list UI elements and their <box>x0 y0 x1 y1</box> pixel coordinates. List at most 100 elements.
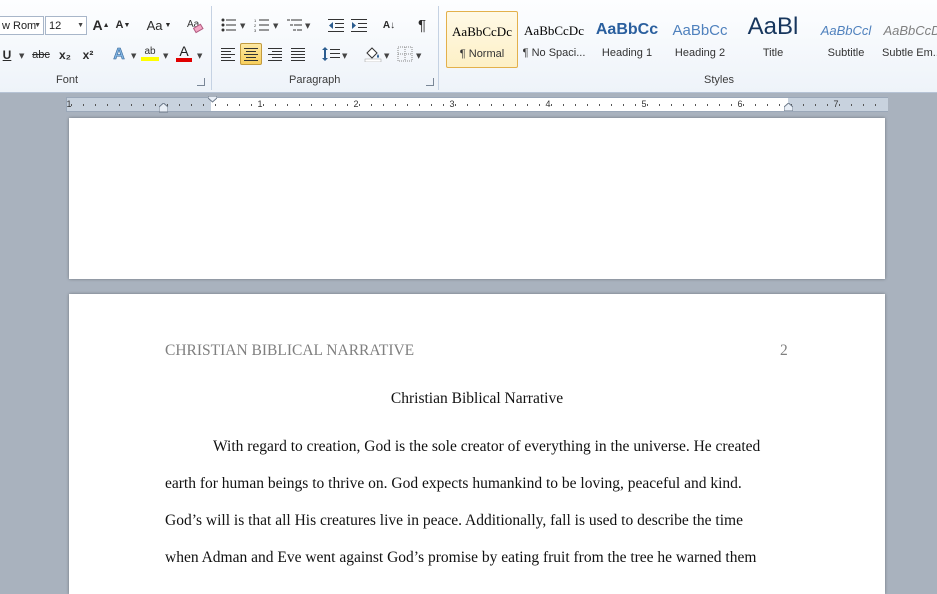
ruler-tick <box>575 104 576 106</box>
chevron-down-icon[interactable]: ▼ <box>19 52 24 60</box>
ruler-tick <box>443 104 444 106</box>
style-subtitle[interactable]: AaBbCcl Subtitle <box>811 11 881 68</box>
chevron-down-icon[interactable]: ▼ <box>342 52 347 60</box>
superscript-button[interactable]: x² <box>77 44 99 66</box>
ruler-tick <box>815 104 816 106</box>
clear-formatting-button[interactable]: Aa <box>184 14 206 36</box>
ruler-tick <box>407 104 408 106</box>
ruler-tick <box>515 104 516 106</box>
chevron-down-icon[interactable]: ▼ <box>384 52 389 60</box>
grow-font-icon: A <box>92 17 103 33</box>
bullets-button[interactable] <box>218 14 240 36</box>
style-heading-2[interactable]: AaBbCc Heading 2 <box>665 11 735 68</box>
paragraph-dialog-launcher[interactable] <box>426 78 434 86</box>
underline-button[interactable]: U <box>0 44 18 66</box>
ruler-tick <box>767 104 768 106</box>
ruler-tick <box>131 104 132 106</box>
ruler-tick <box>695 104 696 106</box>
subscript-button[interactable]: x₂ <box>54 44 76 66</box>
align-center-button[interactable] <box>240 43 262 65</box>
body-line: With regard to creation, God is the sole… <box>213 438 761 455</box>
chevron-down-icon[interactable]: ▼ <box>163 52 168 60</box>
style-heading-1[interactable]: AaBbCc Heading 1 <box>592 11 662 68</box>
change-case-icon: Aa <box>146 17 163 33</box>
shading-button[interactable] <box>362 43 384 65</box>
ruler-number: 3 <box>449 99 455 109</box>
ruler-tick <box>731 104 732 106</box>
style-sample: AaBbCc <box>672 22 728 39</box>
highlight-button[interactable]: ab <box>139 42 161 64</box>
chevron-down-icon[interactable]: ▼ <box>77 22 84 29</box>
increase-indent-button[interactable] <box>348 14 370 36</box>
style-label: Heading 2 <box>674 47 726 59</box>
chevron-down-icon[interactable]: ▼ <box>416 52 421 60</box>
ruler-number: 4 <box>545 99 551 109</box>
ruler-tick <box>659 104 660 106</box>
ruler-tick <box>83 104 84 106</box>
numbering-button[interactable]: 123 <box>251 14 273 36</box>
align-right-button[interactable] <box>264 43 286 65</box>
chevron-down-icon[interactable]: ▼ <box>131 52 136 60</box>
ruler-tick <box>143 104 144 106</box>
line-spacing-icon <box>322 47 340 61</box>
shrink-font-button[interactable]: A ▼ <box>112 14 134 36</box>
strikethrough-button[interactable]: abc <box>30 44 52 66</box>
ruler-tick <box>251 104 252 106</box>
style-title[interactable]: AaBl Title <box>738 11 808 68</box>
font-size-combobox[interactable]: 12 ▼ <box>45 16 87 35</box>
hanging-indent-marker[interactable] <box>159 103 168 113</box>
chevron-down-icon[interactable]: ▼ <box>305 22 310 30</box>
justify-button[interactable] <box>287 43 309 65</box>
clear-formatting-icon: Aa <box>187 19 204 34</box>
style-sample: AaBbCcD <box>883 23 937 38</box>
pilcrow-icon: ¶ <box>417 16 427 34</box>
decrease-indent-icon <box>328 19 344 32</box>
font-color-swatch <box>176 58 192 62</box>
font-color-button[interactable]: A <box>173 42 195 64</box>
chevron-down-icon[interactable]: ▼ <box>34 22 41 29</box>
change-case-button[interactable]: Aa ▼ <box>144 14 174 36</box>
align-left-button[interactable] <box>217 43 239 65</box>
ruler-tick <box>431 104 432 106</box>
increase-indent-icon <box>351 19 367 32</box>
ruler-tick <box>839 104 840 106</box>
page-1[interactable] <box>69 118 885 279</box>
first-line-indent-marker[interactable] <box>208 96 217 103</box>
font-dialog-launcher[interactable] <box>197 78 205 86</box>
grow-font-button[interactable]: A ▲ <box>90 14 112 36</box>
ruler-tick <box>335 104 336 106</box>
highlight-color-swatch <box>141 56 159 61</box>
style-normal[interactable]: AaBbCcDc ¶ Normal <box>446 11 518 68</box>
right-indent-marker[interactable] <box>784 103 793 111</box>
chevron-down-icon[interactable]: ▼ <box>197 52 202 60</box>
chevron-down-icon[interactable]: ▼ <box>240 22 245 30</box>
style-subtle-emphasis[interactable]: AaBbCcD Subtle Em... <box>882 11 937 68</box>
ruler-tick <box>215 104 216 106</box>
line-spacing-button[interactable] <box>320 43 342 65</box>
style-sample: AaBbCcDc <box>452 24 512 39</box>
document-title: Christian Biblical Narrative <box>390 390 564 407</box>
numbering-icon: 123 <box>254 18 269 32</box>
page-2[interactable]: CHRISTIAN BIBLICAL NARRATIVE 2 Christian… <box>69 294 885 594</box>
ruler-tick <box>419 104 420 106</box>
multilevel-list-icon <box>287 19 302 31</box>
ruler-tick <box>299 104 300 106</box>
decrease-indent-button[interactable] <box>325 14 347 36</box>
sort-button[interactable]: A↓ <box>378 14 400 36</box>
ruler-tick <box>275 104 276 106</box>
style-label: Heading 1 <box>601 47 653 59</box>
ruler-tick <box>875 104 876 106</box>
text-effects-button[interactable]: A <box>108 44 130 66</box>
multilevel-list-button[interactable] <box>284 14 306 36</box>
borders-button[interactable] <box>394 43 416 65</box>
ruler-tick <box>599 104 600 106</box>
horizontal-ruler[interactable]: 1 1 2 3 4 5 6 7 <box>66 96 888 113</box>
chevron-down-icon[interactable]: ▼ <box>273 22 278 30</box>
ruler-tick <box>383 104 384 106</box>
show-hide-marks-button[interactable]: ¶ <box>411 14 433 36</box>
shrink-font-icon: A <box>115 19 124 31</box>
ruler-tick <box>755 104 756 106</box>
style-no-spacing[interactable]: AaBbCcDc ¶ No Spaci... <box>519 11 589 68</box>
font-name-combobox[interactable]: w Rom ▼ <box>0 16 44 35</box>
subscript-icon: x₂ <box>58 48 71 62</box>
